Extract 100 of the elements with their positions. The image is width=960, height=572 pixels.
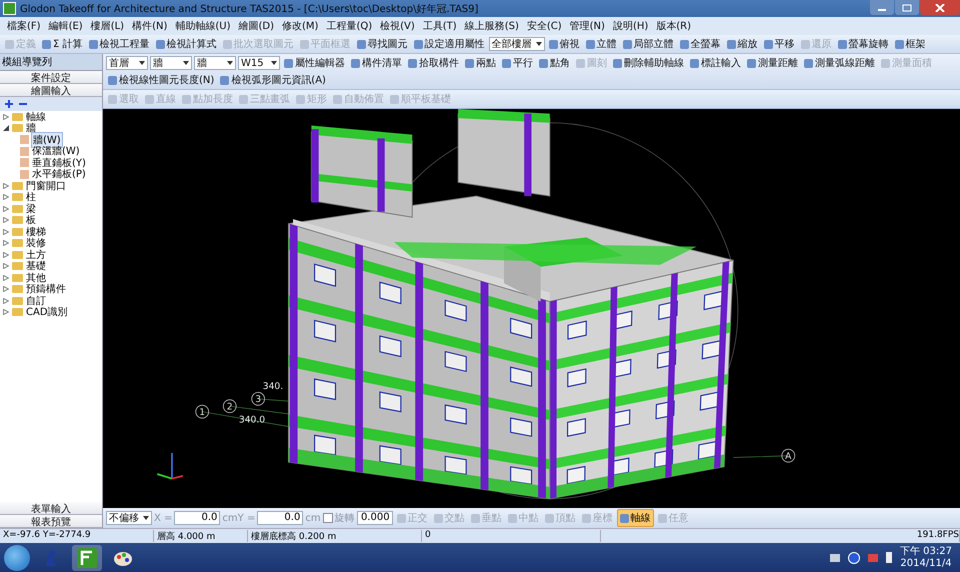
- taskbar-app-icon[interactable]: [72, 544, 102, 570]
- tree-item[interactable]: CAD識別: [25, 305, 69, 320]
- minus-icon: [19, 100, 27, 108]
- expand-arrow-icon[interactable]: [3, 182, 9, 189]
- nav-button[interactable]: 表單輸入: [0, 502, 102, 515]
- expand-arrow-icon[interactable]: [3, 274, 9, 281]
- dropdown[interactable]: 牆: [194, 56, 236, 70]
- nav-button[interactable]: 繪圖輸入: [0, 84, 102, 97]
- menu-item[interactable]: 檔案(F): [4, 18, 44, 34]
- toolbar-button[interactable]: 立體: [584, 36, 618, 52]
- toolbar-button[interactable]: 測量距離: [745, 55, 800, 71]
- dropdown[interactable]: 牆: [150, 56, 192, 70]
- menu-item[interactable]: 工具(T): [420, 18, 460, 34]
- menu-item[interactable]: 編輯(E): [46, 18, 86, 34]
- expand-arrow-icon[interactable]: [3, 114, 9, 120]
- x-input[interactable]: 0.0: [174, 511, 220, 525]
- dropdown[interactable]: W15: [238, 56, 280, 70]
- toolbar-button[interactable]: 檢視線性圖元長度(N): [106, 72, 216, 88]
- menu-item[interactable]: 樓層(L): [88, 18, 128, 34]
- expand-arrow-icon[interactable]: [3, 252, 9, 258]
- expand-arrow-icon[interactable]: [3, 309, 9, 316]
- menu-item[interactable]: 線上服務(S): [462, 18, 522, 34]
- expand-arrow-icon[interactable]: [3, 263, 9, 270]
- tree-item[interactable]: 柱: [25, 190, 37, 204]
- toolbar-button[interactable]: 全螢幕: [678, 36, 722, 52]
- toolbar-button[interactable]: 局部立體: [620, 36, 676, 52]
- menu-item[interactable]: 構件(N): [129, 18, 170, 34]
- menu-item[interactable]: 繪圖(D): [235, 18, 277, 34]
- toolbar-button[interactable]: 屬性編輯器: [282, 55, 347, 71]
- toolbar-button[interactable]: 標註輸入: [688, 55, 743, 71]
- expand-arrow-icon[interactable]: [3, 217, 9, 224]
- expand-arrow-icon[interactable]: [3, 228, 9, 235]
- tree-item[interactable]: 自訂: [25, 294, 47, 308]
- toolbar-button[interactable]: 檢視計算式: [154, 36, 218, 52]
- expand-all-button[interactable]: [4, 99, 14, 109]
- close-button[interactable]: [920, 0, 960, 15]
- menu-item[interactable]: 工程量(Q): [323, 18, 376, 34]
- 3d-viewport[interactable]: 1 2 3 A 340. 340.0: [103, 109, 960, 508]
- tree-item[interactable]: 軸線: [25, 110, 47, 124]
- tree-item[interactable]: 基礎: [25, 259, 47, 274]
- tree-item[interactable]: 板: [25, 213, 37, 228]
- dropdown[interactable]: 全部樓層: [488, 37, 544, 51]
- toolbar-button[interactable]: 構件清單: [349, 55, 404, 71]
- menu-item[interactable]: 修改(M): [279, 18, 322, 34]
- toolbar-button[interactable]: Σ 計算: [40, 36, 84, 52]
- toolbar-button[interactable]: 框架: [892, 36, 928, 52]
- tree-item[interactable]: 其他: [25, 270, 47, 285]
- status-field: X=-97.6 Y=-2774.9: [0, 530, 154, 542]
- dropdown[interactable]: 首層: [106, 56, 148, 70]
- angle-input[interactable]: 0.000: [356, 511, 393, 525]
- rotate-checkbox[interactable]: [322, 513, 333, 523]
- toolbar-icon: [351, 58, 360, 68]
- menu-item[interactable]: 檢視(V): [377, 18, 418, 34]
- toolbar-button[interactable]: 尋找圖元: [354, 36, 410, 52]
- tree-item[interactable]: 樓梯: [25, 224, 47, 239]
- toolbar-button[interactable]: 拾取構件: [406, 55, 461, 71]
- tree-item[interactable]: 梁: [25, 202, 37, 216]
- nav-button[interactable]: 報表預覽: [0, 515, 102, 528]
- maximize-button[interactable]: [895, 0, 919, 15]
- menu-item[interactable]: 輔助軸線(U): [172, 18, 234, 34]
- folder-icon: [12, 124, 23, 132]
- axis-marker: 1: [195, 404, 209, 418]
- tree-item[interactable]: 預鑄構件: [25, 282, 67, 296]
- x-label: X =: [154, 512, 172, 524]
- expand-arrow-icon[interactable]: [3, 240, 9, 246]
- menu-item[interactable]: 說明(H): [610, 18, 652, 34]
- expand-arrow-icon[interactable]: [3, 194, 9, 200]
- toolbar-button[interactable]: 點角: [537, 55, 572, 71]
- offset-dropdown[interactable]: 不偏移: [106, 511, 152, 525]
- expand-arrow-icon[interactable]: [3, 298, 9, 304]
- toolbar-icon: [804, 58, 813, 68]
- tree-item[interactable]: 門窗開口: [25, 178, 67, 193]
- toolbar-button[interactable]: 俯視: [546, 36, 582, 52]
- y-input[interactable]: 0.0: [257, 511, 304, 525]
- nav-button[interactable]: 案件設定: [0, 71, 102, 84]
- toolbar-button[interactable]: 檢視弧形圖元資訊(A): [218, 72, 328, 88]
- collapse-arrow-icon[interactable]: [3, 125, 9, 132]
- snap-button[interactable]: 軸線: [616, 509, 654, 527]
- toolbar-button[interactable]: 刪除輔助軸線: [611, 55, 686, 71]
- toolbar-button[interactable]: 檢視工程量: [86, 36, 152, 52]
- tree-item[interactable]: 垂直鋪板(Y): [31, 156, 87, 170]
- menu-item[interactable]: 管理(N): [566, 18, 608, 34]
- expand-arrow-icon[interactable]: [3, 286, 9, 292]
- start-button[interactable]: [4, 544, 30, 570]
- toolbar-button[interactable]: 平行: [500, 55, 535, 71]
- toolbar-button[interactable]: 螢幕旋轉: [836, 36, 890, 52]
- toolbar-button[interactable]: 兩點: [463, 55, 498, 71]
- expand-arrow-icon[interactable]: [3, 206, 9, 212]
- tree-item[interactable]: 裝修: [25, 236, 47, 250]
- menu-item[interactable]: 版本(R): [653, 18, 694, 34]
- toolbar-button[interactable]: 測量弧線距離: [802, 55, 877, 71]
- help-icon[interactable]: [848, 552, 860, 564]
- toolbar-button[interactable]: 設定適用屬性: [412, 36, 486, 52]
- toolbar-button[interactable]: 縮放: [724, 36, 760, 52]
- tree-item[interactable]: 水平鋪板(P): [31, 167, 87, 182]
- snap-icon: [434, 514, 443, 522]
- tree-item[interactable]: 土方: [25, 248, 47, 262]
- toolbar-button[interactable]: 平移: [762, 36, 796, 52]
- minimize-button[interactable]: [870, 0, 894, 15]
- menu-item[interactable]: 安全(C): [524, 18, 565, 34]
